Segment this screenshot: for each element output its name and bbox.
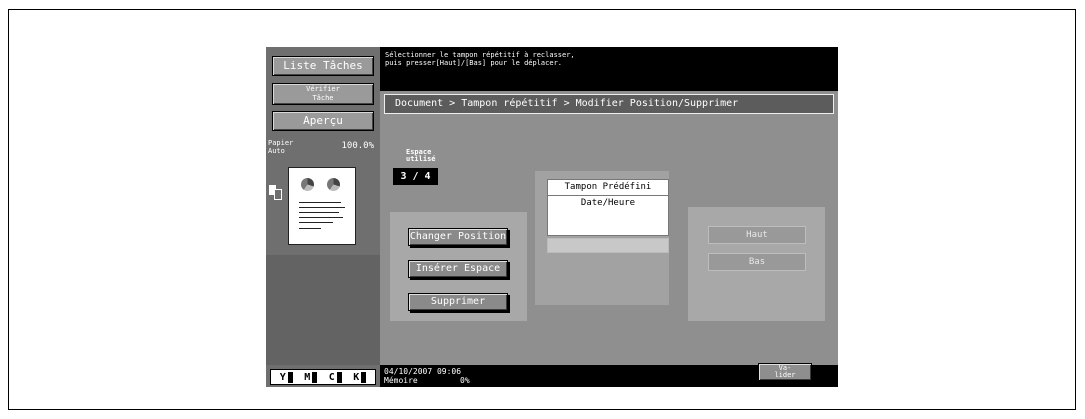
message-line1: Sélectionner le tampon répétitif à recla… — [385, 51, 575, 59]
memory-label: Mémoire — [384, 376, 418, 385]
pie-chart-icon — [301, 178, 314, 191]
actions-panel: Changer Position Insérer Espace Supprime… — [390, 212, 527, 321]
main-content: Espace utilisé 3 / 4 Changer Position In… — [384, 117, 836, 362]
toner-bar-icon — [361, 371, 367, 383]
toner-cyan: C — [328, 371, 342, 383]
pie-chart-icon — [327, 178, 340, 191]
space-used-value: 3 / 4 — [393, 168, 438, 185]
toner-bar-icon — [312, 371, 318, 383]
insert-space-button[interactable]: Insérer Espace — [408, 260, 508, 278]
preview-button[interactable]: Aperçu — [272, 111, 374, 131]
message-line2: puis presser[Haut]/[Bas] pour le déplace… — [385, 59, 563, 67]
toner-label: Y — [279, 371, 286, 383]
toner-levels: Y M C K — [270, 369, 376, 385]
toner-black: K — [353, 371, 367, 383]
document-preview-thumbnail — [288, 167, 356, 245]
delete-button[interactable]: Supprimer — [408, 293, 508, 311]
stamp-list-header: Tampon Prédéfini — [547, 179, 669, 196]
paper-label: Papier Auto — [268, 139, 293, 155]
verify-job-button[interactable]: Vérifier Tâche — [272, 83, 374, 105]
control-panel-screen: Liste Tâches Vérifier Tâche Aperçu Papie… — [266, 47, 838, 387]
toner-yellow: Y — [279, 371, 293, 383]
move-down-button[interactable]: Bas — [708, 253, 806, 271]
toner-bar-icon — [336, 371, 342, 383]
left-panel: Liste Tâches Vérifier Tâche Aperçu Papie… — [266, 47, 380, 387]
stamp-list-item[interactable]: Date/Heure — [547, 196, 669, 236]
memory-value: 0% — [460, 376, 470, 385]
left-panel-divider — [266, 255, 380, 365]
move-up-button[interactable]: Haut — [708, 226, 806, 244]
verify-job-label-line1: Vérifier — [306, 85, 340, 93]
toner-label: M — [304, 371, 311, 383]
toner-label: C — [328, 371, 335, 383]
change-position-button[interactable]: Changer Position — [408, 228, 508, 246]
space-used-label: Espace utilisé — [406, 149, 436, 163]
page-layout-icon — [269, 185, 282, 200]
toner-bar-icon — [287, 371, 293, 383]
instruction-message: Sélectionner le tampon répétitif à recla… — [380, 47, 838, 91]
paper-label-line2: Auto — [268, 147, 285, 155]
job-list-button[interactable]: Liste Tâches — [272, 56, 374, 76]
toner-magenta: M — [304, 371, 318, 383]
status-datetime: 04/10/2007 09:06 — [384, 367, 462, 376]
breadcrumb: Document > Tampon répétitif > Modifier P… — [384, 94, 834, 114]
stamp-list-empty-slot[interactable] — [547, 238, 669, 253]
paper-label-line1: Papier — [268, 139, 294, 147]
zoom-value: 100.0% — [341, 141, 374, 151]
toner-label: K — [353, 371, 360, 383]
validate-label-line2: lider — [774, 371, 796, 379]
space-used-label-line2: utilisé — [406, 155, 436, 163]
verify-job-label-line2: Tâche — [312, 94, 334, 102]
validate-button[interactable]: Va- lider — [758, 363, 812, 381]
